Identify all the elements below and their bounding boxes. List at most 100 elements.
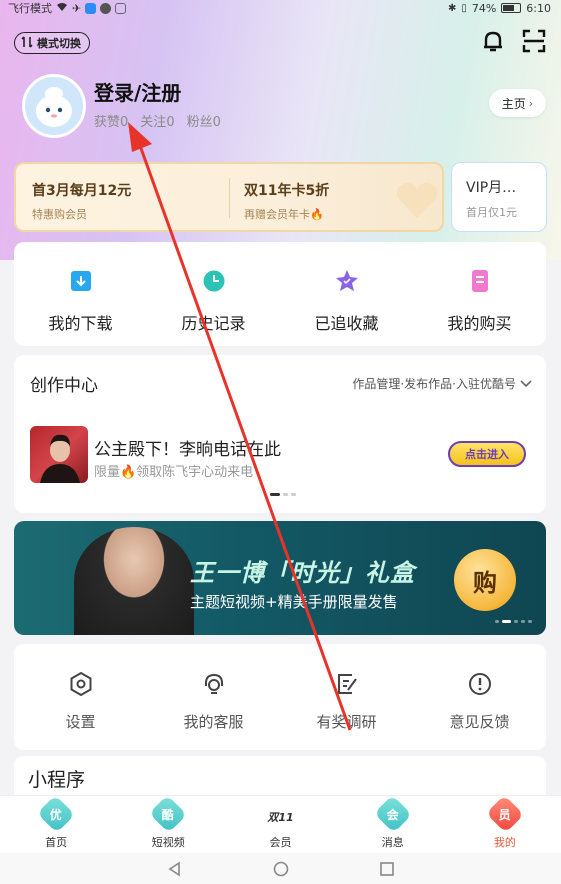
vip-offer-title: VIP月… — [466, 180, 517, 196]
quick-action-label: 我的下载 — [48, 314, 113, 333]
mode-switch-button[interactable]: 模式切换 — [14, 32, 90, 54]
vip-offer-title: 双11年卡5折 — [244, 183, 330, 199]
settings-icon — [70, 671, 91, 697]
mini-programs-title: 小程序 — [28, 769, 86, 791]
survey-icon — [337, 674, 357, 694]
vip-promo-card[interactable]: 首3月每月12元 特惠购会员 双11年卡5折 再赠会员年卡🔥 — [14, 162, 444, 232]
login-register-link[interactable]: 登录/注册 — [94, 77, 181, 106]
vip-offer-subtitle: 首月仅1元 — [466, 206, 517, 219]
vip-offer-yearly[interactable]: 双11年卡5折 再赠会员年卡🔥 — [244, 180, 329, 222]
history-button[interactable]: 历史记录 — [147, 242, 280, 346]
chevron-down-icon — [520, 379, 532, 387]
enter-button[interactable]: 点击进入 — [448, 441, 526, 467]
home-tab-icon: 优 — [37, 794, 76, 834]
banner-carousel-indicator — [495, 620, 532, 623]
system-navigation-bar — [0, 853, 561, 884]
bluetooth-icon: ✱ — [447, 2, 457, 14]
recents-icon[interactable] — [379, 861, 395, 877]
divider — [229, 178, 230, 218]
survey-button[interactable]: 有奖调研 — [280, 644, 413, 750]
quick-action-label: 我的购买 — [447, 314, 512, 333]
tab-label: 我的 — [493, 836, 516, 849]
tool-label: 有奖调研 — [316, 713, 377, 731]
settings-button[interactable]: 设置 — [14, 644, 147, 750]
vip-offer-subtitle: 再赠会员年卡🔥 — [244, 208, 324, 221]
my-purchases-button[interactable]: 我的购买 — [413, 242, 546, 346]
vip-offer-card[interactable]: VIP月… 首月仅1元 — [451, 162, 547, 232]
tab-label: 短视频 — [151, 836, 185, 849]
homepage-label: 主页 — [501, 96, 526, 111]
tools-panel: 设置 我的客服 有奖调研 意见反馈 — [14, 644, 546, 750]
quick-action-label: 已追收藏 — [314, 314, 379, 333]
quick-actions-panel: 我的下载 历史记录 已追收藏 我的购买 — [14, 242, 546, 346]
tab-label: 会员 — [269, 836, 292, 849]
mode-switch-label: 模式切换 — [37, 37, 81, 50]
messages-tab-icon: 会 — [373, 794, 412, 834]
download-icon — [70, 271, 91, 291]
app-notification-icon — [85, 2, 97, 14]
notification-bell-icon[interactable] — [480, 28, 506, 54]
creator-thumbnail[interactable] — [30, 426, 88, 483]
customer-service-button[interactable]: 我的客服 — [147, 644, 280, 750]
tool-label: 设置 — [65, 713, 96, 731]
status-text: 飞行模式 — [8, 2, 52, 15]
creator-headline[interactable]: 公主殿下！李晌电话在此 — [94, 435, 281, 460]
homepage-button[interactable]: 主页 › — [489, 89, 546, 117]
creator-subline: 限量🔥领取陈飞宇心动来电 — [94, 465, 254, 480]
vip-decoration-icon — [397, 182, 437, 218]
tab-label: 消息 — [381, 836, 404, 849]
chevron-right-icon: › — [528, 96, 534, 110]
switch-icon — [21, 35, 33, 51]
following-stat[interactable]: 关注0 — [140, 111, 174, 130]
promo-banner[interactable]: 王一博「时光」礼盒 主题短视频+精美手册限量发售 购 — [14, 521, 546, 635]
favorites-button[interactable]: 已追收藏 — [280, 242, 413, 346]
avatar[interactable] — [22, 74, 86, 138]
tab-messages[interactable]: 会 消息 — [337, 794, 449, 853]
bottom-tab-bar: 优 首页 酷 短视频 双11 会员 会 消息 员 我的 — [0, 794, 561, 853]
tab-home[interactable]: 优 首页 — [0, 794, 112, 853]
vip-offer-subtitle: 特惠购会员 — [32, 208, 87, 221]
app-notification-icon — [100, 2, 112, 14]
clock: 6:10 — [526, 1, 551, 15]
banner-title: 王一博「时光」礼盒 — [190, 559, 415, 587]
app-notification-icon — [115, 2, 127, 14]
creator-center-panel: 创作中心 作品管理·发布作品·入驻优酷号 公主殿下！李晌电话在此 限量🔥领取陈飞… — [14, 355, 546, 513]
short-video-tab-icon: 酷 — [149, 794, 188, 834]
my-downloads-button[interactable]: 我的下载 — [14, 242, 147, 346]
tab-short-video[interactable]: 酷 短视频 — [112, 794, 224, 853]
creator-links[interactable]: 作品管理·发布作品·入驻优酷号 — [352, 375, 532, 392]
creator-center-title: 创作中心 — [30, 376, 98, 396]
wifi-icon — [56, 2, 68, 15]
vip-offer-title: 首3月每月12元 — [32, 183, 132, 199]
customer-service-icon — [204, 673, 223, 694]
scan-icon[interactable] — [521, 28, 547, 54]
feedback-button[interactable]: 意见反馈 — [413, 644, 546, 750]
membership-tab-icon: 双11 — [267, 811, 294, 824]
battery-icon — [501, 3, 522, 13]
carousel-indicator — [270, 493, 296, 496]
home-icon[interactable] — [273, 861, 289, 877]
status-bar: 飞行模式 ✈ ✱ ▯ 74% 6:10 — [0, 0, 561, 16]
creator-links-text: 作品管理·发布作品·入驻优酷号 — [352, 377, 516, 391]
tab-membership[interactable]: 双11 会员 — [224, 796, 336, 853]
back-icon[interactable] — [167, 861, 183, 877]
banner-portrait — [74, 527, 194, 635]
favorite-icon — [335, 270, 358, 291]
mine-tab-icon: 员 — [485, 794, 524, 834]
fans-stat[interactable]: 粉丝0 — [187, 111, 221, 130]
battery-percentage: 74% — [471, 1, 497, 15]
tool-label: 意见反馈 — [449, 713, 510, 731]
quick-action-label: 历史记录 — [181, 314, 246, 333]
banner-subtitle: 主题短视频+精美手册限量发售 — [190, 593, 398, 611]
purchase-icon — [471, 270, 488, 292]
user-stats: 获赞0 关注0 粉丝0 — [94, 111, 221, 130]
airplane-icon: ✈ — [72, 1, 82, 15]
tool-label: 我的客服 — [183, 713, 244, 731]
vip-offer-monthly[interactable]: 首3月每月12元 特惠购会员 — [32, 180, 131, 222]
feedback-icon — [468, 673, 491, 695]
history-icon — [203, 270, 224, 292]
buy-button[interactable]: 购 — [454, 549, 516, 611]
tab-mine[interactable]: 员 我的 — [449, 794, 561, 853]
vibrate-icon: ▯ — [461, 2, 467, 14]
likes-stat[interactable]: 获赞0 — [94, 111, 128, 130]
